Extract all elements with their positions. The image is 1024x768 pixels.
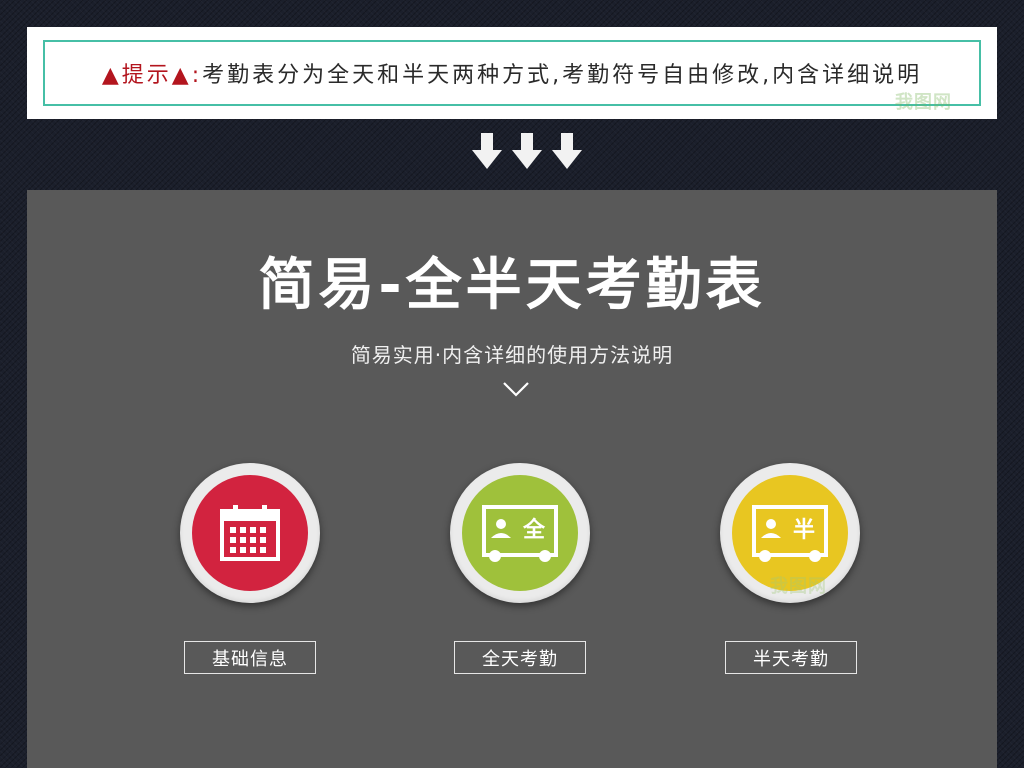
watermark-middle: 我图网 — [770, 576, 827, 597]
feature-disc — [192, 475, 308, 591]
page-title: 简易-全半天考勤表 — [258, 253, 766, 318]
notice-frame: ▲提示▲: 考勤表分为全天和半天两种方式,考勤符号自由修改,内含详细说明 — [43, 40, 981, 106]
chevron-down-icon — [503, 382, 529, 397]
calendar-icon — [220, 505, 280, 561]
feature-full-day[interactable]: 全 — [450, 463, 590, 603]
id-card-full-icon: 全 — [482, 505, 558, 562]
arrow-down-icon — [472, 133, 502, 169]
full-day-attendance-button[interactable]: 全天考勤 — [454, 641, 586, 674]
half-day-attendance-button[interactable]: 半天考勤 — [725, 641, 857, 674]
watermark-top: 我图网 — [895, 92, 952, 113]
id-card-half-icon: 半 — [752, 505, 828, 562]
feature-basic-info[interactable] — [180, 463, 320, 603]
down-arrows — [472, 133, 582, 173]
feature-disc: 全 — [462, 475, 578, 591]
badge-half: 半 — [793, 518, 815, 543]
basic-info-button[interactable]: 基础信息 — [184, 641, 316, 674]
badge-full: 全 — [522, 517, 546, 543]
page-subtitle: 简易实用·内含详细的使用方法说明 — [350, 343, 674, 367]
arrow-down-icon — [552, 133, 582, 169]
notice-text: 考勤表分为全天和半天两种方式,考勤符号自由修改,内含详细说明 — [202, 63, 923, 88]
notice-bar: ▲提示▲: 考勤表分为全天和半天两种方式,考勤符号自由修改,内含详细说明 — [27, 27, 997, 119]
main-panel: 简易-全半天考勤表 简易实用·内含详细的使用方法说明 全 半 基础信息 全天考勤… — [27, 190, 997, 768]
arrow-down-icon — [512, 133, 542, 169]
notice-prefix: ▲提示▲: — [101, 63, 203, 88]
